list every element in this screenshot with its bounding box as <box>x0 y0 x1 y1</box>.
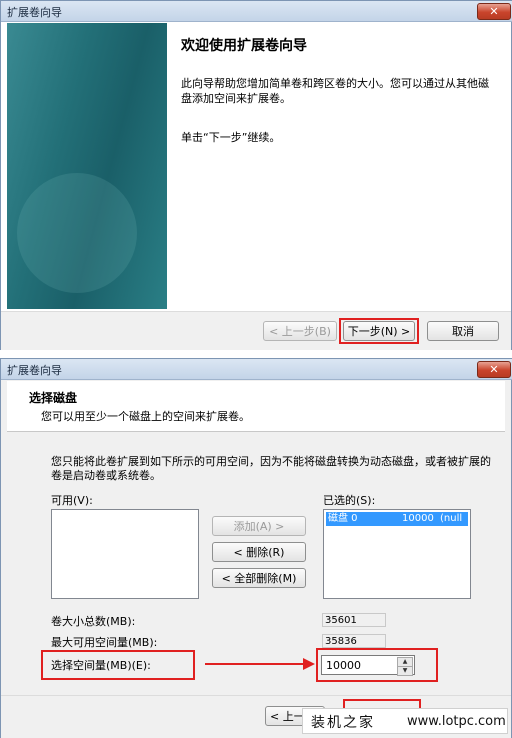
wizard-header: 选择磁盘 您可以用至少一个磁盘上的空间来扩展卷。 <box>7 381 505 432</box>
remove-all-button[interactable]: < 全部删除(M) <box>212 568 306 588</box>
cancel-button[interactable]: 取消 <box>427 321 499 341</box>
annotation-highlight-stepper <box>316 648 438 682</box>
wizard-dialog-select-disk: 扩展卷向导 ✕ 选择磁盘 您可以用至少一个磁盘上的空间来扩展卷。 您只能将此卷扩… <box>0 358 512 738</box>
remove-button[interactable]: < 删除(R) <box>212 542 306 562</box>
back-button[interactable]: < 上一步(B) <box>263 321 337 341</box>
add-button[interactable]: 添加(A) > <box>212 516 306 536</box>
selected-disks-list[interactable]: 磁盘 0 10000 (null <box>323 509 471 599</box>
title-bar: 扩展卷向导 ✕ <box>1 359 512 380</box>
selected-label: 已选的(S): <box>323 494 376 507</box>
wizard-side-panel <box>7 23 167 309</box>
watermark-cn: 装机之家 <box>311 715 375 731</box>
wizard-dialog-welcome: 扩展卷向导 ✕ 欢迎使用扩展卷向导 此向导帮助您增加简单卷和跨区卷的大小。您可以… <box>0 0 512 350</box>
wizard-description: 此向导帮助您增加简单卷和跨区卷的大小。您可以通过从其他磁盘添加空间来扩展卷。 <box>181 77 489 105</box>
disk-extra: (null <box>440 513 463 524</box>
total-size-value: 35601 <box>322 613 386 627</box>
list-item[interactable]: 磁盘 0 10000 (null <box>326 512 468 526</box>
max-space-value: 35836 <box>322 634 386 648</box>
title-bar: 扩展卷向导 ✕ <box>1 1 512 22</box>
max-space-label: 最大可用空间量(MB): <box>51 636 158 649</box>
info-text: 您只能将此卷扩展到如下所示的可用空间，因为不能将磁盘转换为动态磁盘，或者被扩展的… <box>51 455 491 482</box>
disk-name: 磁盘 0 <box>328 513 358 524</box>
annotation-arrow-head <box>303 658 315 670</box>
total-size-label: 卷大小总数(MB): <box>51 615 136 628</box>
page-title: 选择磁盘 <box>29 391 78 405</box>
close-button[interactable]: ✕ <box>477 361 511 378</box>
window-title: 扩展卷向导 <box>7 6 62 19</box>
side-panel-decoration <box>17 173 137 293</box>
page-subtitle: 您可以用至少一个磁盘上的空间来扩展卷。 <box>41 410 250 423</box>
annotation-arrow-line <box>205 663 305 665</box>
wizard-heading: 欢迎使用扩展卷向导 <box>181 38 307 54</box>
wizard-hint: 单击“下一步”继续。 <box>181 131 281 144</box>
watermark-url: www.lotpc.com <box>407 714 506 729</box>
close-button[interactable]: ✕ <box>477 3 511 20</box>
available-label: 可用(V): <box>51 494 93 507</box>
annotation-highlight-label <box>41 650 195 680</box>
available-disks-list[interactable] <box>51 509 199 599</box>
annotation-highlight-next <box>339 318 419 344</box>
watermark: 装机之家 www.lotpc.com <box>302 708 508 734</box>
disk-size: 10000 <box>402 513 434 524</box>
window-title: 扩展卷向导 <box>7 364 62 377</box>
